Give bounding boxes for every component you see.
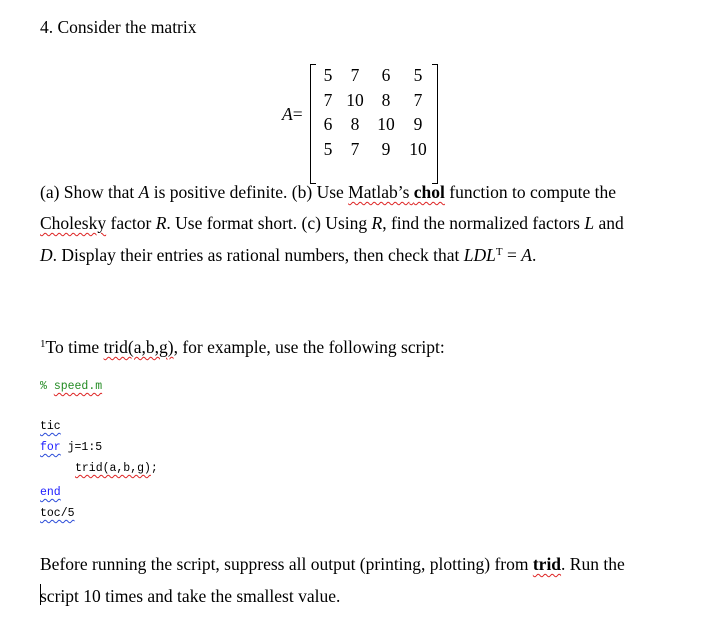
text: . Run the (561, 554, 625, 574)
code-line-for: for j=1:5 (40, 441, 102, 455)
problem-heading: 4. Consider the matrix (40, 17, 197, 37)
footnote-line: 1To time trid(a,b,g), for example, use t… (40, 337, 445, 357)
code-line-tic: tic (40, 420, 61, 434)
code-keyword-end[interactable]: end (40, 486, 61, 499)
variable-L: L (584, 213, 595, 233)
code-tic[interactable]: tic (40, 420, 61, 433)
matrix-grid: 5 7 6 5 7 10 8 7 6 8 10 9 5 7 9 10 (316, 63, 434, 161)
code-keyword-for[interactable]: for (40, 441, 61, 454)
code-line-body: trid(a,b,g); (75, 462, 158, 476)
comment-marker: % (40, 380, 54, 393)
matrix-A: 5 7 6 5 7 10 8 7 6 8 10 9 5 7 9 10 (310, 63, 438, 184)
text: function to compute the (444, 182, 616, 202)
variable-R: R (155, 213, 167, 233)
text: and (594, 213, 624, 233)
code-line-end: end (40, 486, 61, 500)
matrix-cell: 8 (350, 114, 360, 134)
paragraph-line-1: (a) Show that A is positive definite. (b… (40, 182, 616, 202)
matrix-variable: A (282, 104, 293, 124)
text: factor (106, 213, 156, 233)
function-trid[interactable]: trid (533, 554, 561, 574)
function-chol[interactable]: chol (414, 182, 445, 202)
closing-line-1: Before running the script, suppress all … (40, 554, 625, 574)
matrix-cell: 7 (350, 138, 360, 159)
matrix-cell: 6 (323, 114, 333, 134)
matrix-cell: 7 (350, 65, 360, 85)
text: . Use format short. (c) Using (166, 213, 372, 233)
matrix-cell: 7 (323, 89, 333, 110)
code-comment-line: % speed.m (40, 380, 102, 394)
variable-A: A (138, 182, 150, 202)
matrix-cell: 8 (381, 89, 391, 110)
matrix-cell: 9 (413, 114, 423, 134)
text: . (531, 245, 537, 265)
text: (a) Show that (40, 182, 139, 202)
matrix-label: A= (282, 104, 303, 125)
spellcheck-trid-call[interactable]: trid(a,b,g) (104, 337, 174, 357)
code-semicolon: ; (150, 462, 158, 475)
variable-A: A (521, 245, 532, 265)
matrix-cell: 10 (409, 138, 427, 159)
matrix-cell: 10 (346, 89, 364, 110)
matrix-cell: 9 (381, 138, 391, 159)
paragraph-line-2: Cholesky factor R. Use format short. (c)… (40, 213, 624, 233)
matrix-cell: 10 (377, 114, 395, 134)
matrix-cell: 5 (323, 138, 333, 159)
matrix-cell: 6 (381, 65, 391, 85)
code-toc[interactable]: toc/5 (40, 507, 75, 520)
closing-line-2: script 10 times and take the smallest va… (40, 586, 341, 606)
transpose-superscript: T (495, 246, 503, 258)
matrix-cell: 5 (413, 65, 423, 85)
code-trid-call[interactable]: trid(a,b,g) (75, 462, 151, 475)
matrix-cell: 7 (413, 89, 423, 110)
spellcheck-cholesky[interactable]: Cholesky (40, 213, 106, 233)
text: is positive definite. (b) Use (149, 182, 349, 202)
expression-LDL: LDL (463, 245, 496, 265)
text: , find the normalized factors (382, 213, 585, 233)
variable-D: D (40, 245, 53, 265)
spellcheck-matlabs[interactable]: Matlab’s (348, 182, 409, 202)
text: Before running the script, suppress all … (40, 554, 533, 574)
text: . Display their entries as rational numb… (52, 245, 464, 265)
text: To time (45, 337, 104, 357)
text: = (502, 245, 522, 265)
equals-sign: = (292, 104, 303, 124)
variable-R: R (371, 213, 383, 233)
comment-filename[interactable]: speed.m (54, 380, 102, 393)
code-for-range: j=1:5 (60, 441, 103, 454)
text: , for example, use the following script: (173, 337, 445, 357)
matrix-cell: 5 (323, 65, 333, 85)
paragraph-line-3: D. Display their entries as rational num… (40, 245, 536, 265)
code-line-toc: toc/5 (40, 507, 75, 521)
